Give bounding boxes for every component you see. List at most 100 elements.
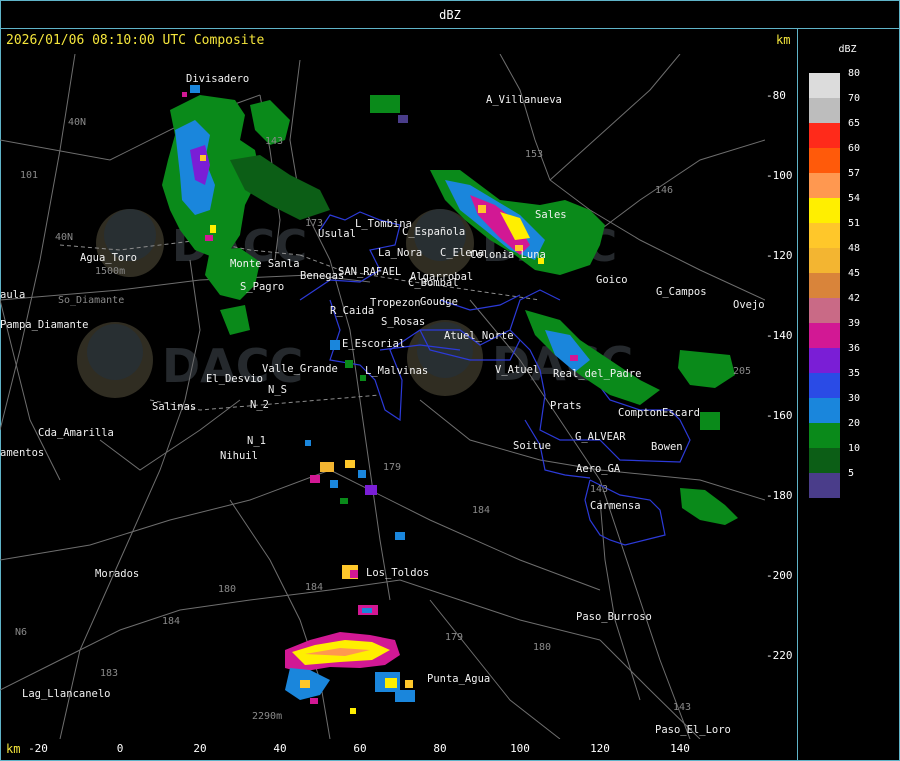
- place-label: C_Española: [402, 226, 465, 238]
- place-label: El_Desvio: [206, 373, 263, 385]
- legend-swatch: [809, 98, 840, 123]
- route-number: 205: [733, 366, 751, 377]
- x-tick-label: 100: [510, 742, 530, 755]
- legend-level-label: 20: [848, 418, 861, 429]
- legend-swatch: [809, 323, 840, 348]
- legend-swatch: [809, 423, 840, 448]
- place-label: N_2: [250, 399, 269, 411]
- place-label: Algarrobal: [410, 271, 473, 283]
- place-label: Morados: [95, 568, 139, 580]
- place-label: So_Diamante: [58, 295, 124, 306]
- route-number: 183: [100, 668, 118, 679]
- place-label: Usulal: [318, 228, 356, 240]
- x-tick-label: 20: [193, 742, 207, 755]
- legend-title: dBZ: [838, 44, 857, 55]
- dbz-color-scale: [809, 73, 840, 498]
- place-label: Goudge: [420, 296, 458, 308]
- legend-swatch: [809, 273, 840, 298]
- route-number: 143: [265, 136, 283, 147]
- legend-level-label: 60: [848, 143, 861, 154]
- place-label: Monte Sanla: [230, 258, 300, 270]
- legend-level-label: 30: [848, 393, 861, 404]
- route-number: 179: [383, 462, 401, 473]
- place-label: Escard: [662, 407, 700, 419]
- km-unit-top: km: [776, 33, 791, 47]
- legend-level-label: 39: [848, 318, 861, 329]
- legend-level-label: 51: [848, 218, 861, 229]
- legend-swatch: [809, 448, 840, 473]
- place-label: Valle_Grande: [262, 363, 338, 375]
- place-label: Goico: [596, 274, 628, 286]
- place-label: aula: [0, 289, 25, 301]
- place-label: S_Pagro: [240, 281, 284, 293]
- place-label: G_Campos: [656, 286, 707, 298]
- place-label: N_S: [268, 384, 287, 396]
- place-label: Bowen: [651, 441, 683, 453]
- place-label: Nihuil: [220, 450, 258, 462]
- place-label: Atuel_Norte: [444, 330, 514, 342]
- place-label: Cda_Amarilla: [38, 427, 114, 439]
- place-label: Tropezon: [370, 297, 421, 309]
- x-tick-label: 40: [273, 742, 287, 755]
- legend-level-label: 42: [848, 293, 861, 304]
- x-tick-label: 0: [116, 742, 124, 755]
- window-title: dBZ: [439, 8, 461, 22]
- radar-map[interactable]: DACC DACC DACC DACC: [0, 54, 765, 739]
- legend-swatch: [809, 373, 840, 398]
- x-tick-label: 80: [433, 742, 447, 755]
- route-number: 184: [305, 582, 323, 593]
- legend-level-label: 5: [848, 468, 855, 479]
- legend-level-label: 35: [848, 368, 861, 379]
- route-number: 143: [590, 484, 608, 495]
- place-label: Paso_Burroso: [576, 611, 652, 623]
- legend-swatch: [809, 473, 840, 498]
- legend-level-label: 70: [848, 93, 861, 104]
- place-label: 40N: [68, 117, 86, 128]
- legend-level-label: 10: [848, 443, 861, 454]
- legend-swatch: [809, 398, 840, 423]
- x-tick-label: -20: [28, 742, 48, 755]
- legend-swatch: [809, 298, 840, 323]
- legend-swatch: [809, 348, 840, 373]
- route-number: 184: [162, 616, 180, 627]
- route-number: 173: [305, 218, 323, 229]
- x-tick-label: 120: [590, 742, 610, 755]
- place-label: 2290m: [252, 711, 282, 722]
- y-tick-label: -140: [766, 329, 793, 342]
- legend-level-label: 45: [848, 268, 861, 279]
- legend-swatch: [809, 248, 840, 273]
- place-label: A_Villanueva: [486, 94, 562, 106]
- route-number: 180: [218, 584, 236, 595]
- y-tick-label: -100: [766, 169, 793, 182]
- place-label: R_Caida: [330, 305, 374, 317]
- y-tick-label: -80: [766, 89, 786, 102]
- route-number: 180: [533, 642, 551, 653]
- place-label: E_Escorial: [342, 338, 405, 350]
- route-number: 143: [673, 702, 691, 713]
- x-tick-label: 140: [670, 742, 690, 755]
- place-label: G_ALVEAR: [575, 431, 626, 443]
- y-tick-label: -200: [766, 569, 793, 582]
- place-label: Salinas: [152, 401, 196, 413]
- place-label: SAN_RAFAEL: [338, 266, 401, 278]
- legend-level-label: 54: [848, 193, 861, 204]
- place-label: 40N: [55, 232, 73, 243]
- place-label: V_Atuel: [495, 364, 539, 376]
- place-label: Carmensa: [590, 500, 641, 512]
- timestamp-label: 2026/01/06 08:10:00 UTC Composite: [6, 33, 265, 48]
- place-label: Ovejo: [733, 299, 765, 311]
- place-label: Prats: [550, 400, 582, 412]
- place-label: Aero_GA: [576, 463, 621, 475]
- place-label: Sales: [535, 209, 567, 221]
- place-label: Agua_Toro: [80, 252, 137, 264]
- place-label: 1500m: [95, 266, 125, 277]
- place-label: L_Malvinas: [365, 365, 428, 377]
- legend-level-label: 48: [848, 243, 861, 254]
- place-label: Divisadero: [186, 73, 249, 85]
- legend-swatch: [809, 173, 840, 198]
- place-label: Paso_El_Loro: [655, 724, 731, 736]
- legend-swatch: [809, 73, 840, 98]
- place-label: Real_del_Padre: [553, 368, 642, 380]
- place-label: N_1: [247, 435, 266, 447]
- route-number: 184: [472, 505, 490, 516]
